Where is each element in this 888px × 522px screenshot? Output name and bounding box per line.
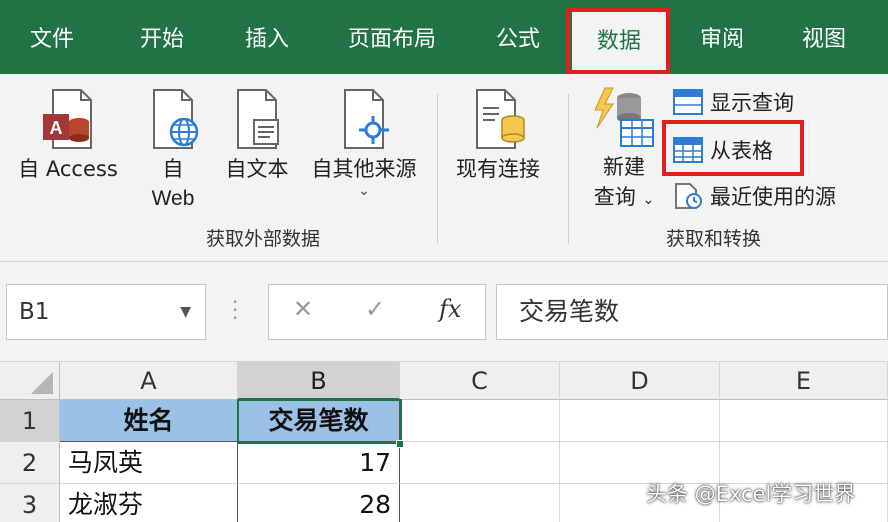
watermark-text: 头条 @Excel学习世界: [646, 482, 856, 506]
cell-b3[interactable]: 28: [238, 484, 400, 522]
from-text-label: 自文本: [225, 157, 289, 181]
select-all-triangle-icon: [31, 372, 53, 394]
column-header-c[interactable]: C: [400, 362, 560, 400]
svg-text:A: A: [50, 118, 63, 138]
cell-a3[interactable]: 龙淑芬: [60, 484, 238, 522]
tab-home[interactable]: 开始: [120, 0, 204, 74]
tab-page-layout[interactable]: 页面布局: [330, 0, 454, 74]
other-sources-file-icon: [344, 89, 389, 149]
tab-insert[interactable]: 插入: [225, 0, 309, 74]
existing-connections-icon: [476, 89, 525, 149]
column-header-d[interactable]: D: [560, 362, 720, 400]
tab-formulas[interactable]: 公式: [476, 0, 560, 74]
cell-e1[interactable]: [720, 400, 888, 442]
recent-sources-button[interactable]: 最近使用的源: [672, 178, 836, 214]
select-all-button[interactable]: [0, 362, 60, 400]
cell-c1[interactable]: [400, 400, 560, 442]
formula-bar: B1 ▼ · · · ✕ ✓ fx 交易笔数: [0, 262, 888, 362]
chevron-down-icon: ⌄: [358, 183, 370, 199]
existing-connections-button[interactable]: 现有连接: [446, 88, 550, 184]
ribbon-separator: [568, 94, 569, 244]
cancel-icon[interactable]: ✕: [293, 295, 313, 323]
table-icon: [673, 89, 703, 115]
fill-handle[interactable]: [396, 440, 404, 448]
cell-b2[interactable]: 17: [238, 442, 400, 484]
new-query-label-line1: 新建: [603, 155, 645, 179]
get-transform-group-label: 获取和转换: [666, 228, 762, 250]
from-table-highlight: [662, 120, 804, 176]
from-access-button[interactable]: A 自 Access: [10, 88, 126, 184]
name-box[interactable]: B1 ▼: [6, 284, 206, 340]
insert-function-icon[interactable]: fx: [439, 295, 461, 323]
external-data-group-label: 获取外部数据: [206, 228, 321, 250]
show-queries-button[interactable]: 显示查询: [672, 84, 794, 120]
row-header-1[interactable]: 1: [0, 400, 60, 442]
text-file-icon: [237, 89, 279, 149]
data-tab-highlight: [566, 8, 670, 74]
tab-file[interactable]: 文件: [10, 0, 94, 74]
new-query-icon: [594, 87, 654, 147]
chevron-down-icon[interactable]: ▼: [180, 285, 191, 339]
web-file-icon: [153, 89, 199, 149]
cell-a1[interactable]: 姓名: [60, 400, 238, 442]
ribbon-separator: [437, 94, 438, 244]
chevron-down-icon: ⌄: [642, 192, 655, 208]
active-cell-border: [237, 399, 402, 444]
cell-c2[interactable]: [400, 442, 560, 484]
cell-a2[interactable]: 马凤英: [60, 442, 238, 484]
row-header-3[interactable]: 3: [0, 484, 60, 522]
cell-d1[interactable]: [560, 400, 720, 442]
from-text-button[interactable]: 自文本: [218, 88, 296, 184]
from-other-sources-button[interactable]: 自其他来源 ⌄: [302, 88, 426, 198]
existing-connections-label: 现有连接: [456, 157, 540, 181]
new-query-label-line2: 查询 ⌄: [593, 185, 655, 209]
cell-c3[interactable]: [400, 484, 560, 522]
formula-input[interactable]: 交易笔数: [496, 284, 888, 340]
formula-buttons: ✕ ✓ fx: [268, 284, 486, 340]
row-header-2[interactable]: 2: [0, 442, 60, 484]
from-web-label-line2: Web: [151, 187, 195, 210]
from-web-button[interactable]: 自 Web: [138, 88, 208, 214]
recent-sources-icon: [675, 183, 702, 209]
from-access-label: 自 Access: [18, 157, 118, 181]
column-header-b[interactable]: B: [238, 362, 400, 400]
ribbon-tab-bar: 文件 开始 插入 页面布局 公式 数据 审阅 视图: [0, 0, 888, 74]
access-file-icon: A: [43, 89, 92, 149]
from-other-sources-label: 自其他来源: [311, 157, 417, 181]
column-header-a[interactable]: A: [60, 362, 238, 400]
tab-view[interactable]: 视图: [782, 0, 866, 74]
enter-icon[interactable]: ✓: [365, 295, 385, 323]
name-box-value: B1: [19, 299, 50, 325]
tab-review[interactable]: 审阅: [680, 0, 764, 74]
from-web-label-line1: 自: [162, 157, 184, 181]
recent-sources-label: 最近使用的源: [710, 185, 836, 209]
show-queries-label: 显示查询: [710, 91, 794, 115]
new-query-button[interactable]: 新建 查询 ⌄: [584, 84, 664, 215]
column-header-e[interactable]: E: [720, 362, 888, 400]
resize-handle-icon[interactable]: · · ·: [232, 292, 238, 328]
